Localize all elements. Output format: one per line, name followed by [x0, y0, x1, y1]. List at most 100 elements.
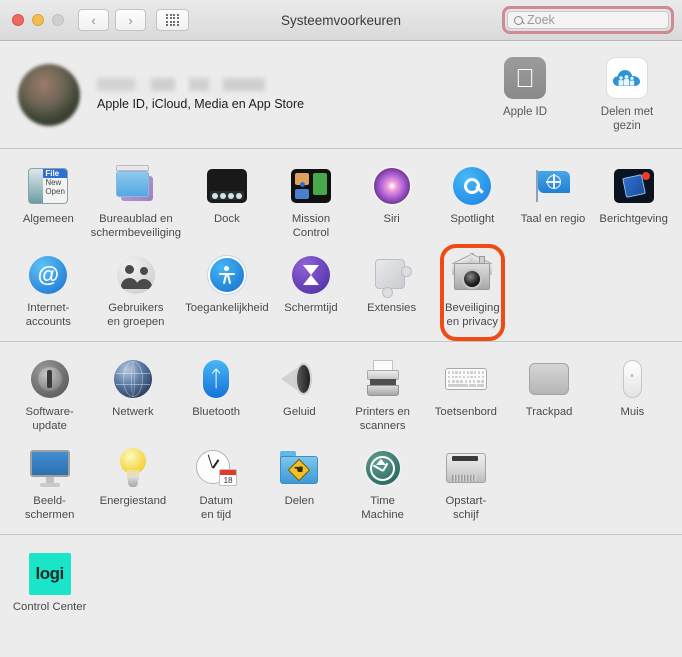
pref-pane-bluetooth[interactable]: ᛏ Bluetooth [175, 350, 258, 439]
startup-disk-icon [444, 446, 488, 490]
search-highlight-box: Zoek [502, 6, 674, 34]
apple-id-button[interactable]:  Apple ID [488, 56, 562, 132]
pref-label: Bluetooth [192, 406, 240, 419]
pref-label: Beeld- schermen [24, 495, 75, 521]
pref-label: Geluid [283, 406, 316, 419]
pref-label: Opstart- schijf [445, 495, 487, 521]
family-sharing-label: Delen met gezin [600, 105, 654, 132]
system-preferences-window: ‹ › Systeemvoorkeuren Zoek Apple ID, iCl… [0, 0, 682, 657]
pref-pane-opstartschijf[interactable]: Opstart- schijf [424, 439, 507, 528]
sound-speaker-icon [277, 357, 321, 401]
apple-id-account-row[interactable]: Apple ID, iCloud, Media en App Store  A… [0, 41, 682, 148]
pref-pane-schermtijd[interactable]: Schermtijd [271, 246, 352, 335]
pref-label: Dock [213, 213, 240, 225]
users-groups-icon [114, 253, 158, 297]
pref-label: Spotlight [450, 213, 495, 225]
desktop-screensaver-icon [114, 164, 158, 208]
trackpad-icon [527, 357, 571, 401]
pref-label: Bureaublad en schermbeveiliging [90, 213, 182, 239]
window-titlebar: ‹ › Systeemvoorkeuren Zoek [0, 0, 682, 41]
pref-label: Internet- accounts [25, 302, 71, 328]
pref-pane-extensies[interactable]: Extensies [351, 246, 432, 335]
pref-pane-taal-en-regio[interactable]: Taal en regio [513, 157, 594, 246]
pref-label: Schermtijd [284, 302, 338, 315]
forward-button[interactable]: › [115, 9, 146, 31]
pref-pane-siri[interactable]: Siri [351, 157, 432, 246]
pref-pane-energiestand[interactable]: Energiestand [91, 439, 174, 528]
pref-label: Datum en tijd [199, 495, 233, 521]
account-subtitle: Apple ID, iCloud, Media en App Store [97, 97, 305, 111]
search-placeholder: Zoek [527, 13, 555, 27]
pref-pane-toetsenbord[interactable]: Toetsenbord [424, 350, 507, 439]
search-icon [514, 15, 523, 25]
pref-pane-dock[interactable]: Dock [183, 157, 271, 246]
pref-label: Muis [620, 406, 645, 419]
pref-label: Delen [284, 495, 315, 508]
software-update-gear-icon [28, 357, 72, 401]
pref-label: Algemeen [22, 213, 74, 225]
pref-pane-mission-control[interactable]: Mission Control [271, 157, 352, 246]
pref-label: Siri [383, 213, 400, 225]
pref-label: Extensies [367, 302, 417, 315]
time-machine-icon [361, 446, 405, 490]
pref-label: Beveiliging en privacy [444, 302, 500, 328]
pref-pane-geluid[interactable]: Geluid [258, 350, 341, 439]
family-sharing-cloud-icon [606, 56, 648, 99]
pref-pane-beveiliging-en-privacy[interactable]: Beveiliging en privacy [432, 244, 513, 342]
network-globe-icon [111, 357, 155, 401]
pref-label: Trackpad [525, 406, 573, 419]
pref-pane-printers-en-scanners[interactable]: Printers en scanners [341, 350, 424, 439]
pref-pane-netwerk[interactable]: Netwerk [91, 350, 174, 439]
family-sharing-button[interactable]: Delen met gezin [590, 56, 664, 132]
pref-pane-spotlight[interactable]: Spotlight [432, 157, 513, 246]
pref-label: Printers en scanners [355, 406, 410, 432]
back-button[interactable]: ‹ [78, 9, 109, 31]
pref-label: Software-update [25, 406, 74, 432]
pref-pane-muis[interactable]: Muis [591, 350, 674, 439]
pref-pane-beeldschermen[interactable]: Beeld- schermen [8, 439, 91, 528]
pref-label: Taal en regio [520, 213, 586, 225]
pref-pane-gebruikers-en-groepen[interactable]: Gebruikers en groepen [89, 246, 183, 335]
pref-label: Netwerk [112, 406, 154, 419]
pref-pane-time-machine[interactable]: Time Machine [341, 439, 424, 528]
pref-pane-internet-accounts[interactable]: @ Internet- accounts [8, 246, 89, 335]
show-all-button[interactable] [156, 9, 189, 31]
general-icon: File New Open [26, 164, 70, 208]
displays-icon [28, 446, 72, 490]
pref-pane-datum-en-tijd[interactable]: 18 Datum en tijd [175, 439, 258, 528]
printers-scanners-icon [361, 357, 405, 401]
extensions-puzzle-icon [370, 253, 414, 299]
account-name-redacted [97, 78, 265, 91]
mission-control-icon [289, 164, 333, 208]
sharing-folder-icon: ☚ [277, 446, 321, 490]
search-input[interactable]: Zoek [507, 11, 669, 29]
notifications-icon [612, 164, 656, 208]
pref-pane-software-update[interactable]: Software-update [8, 350, 91, 439]
pref-pane-delen[interactable]: ☚ Delen [258, 439, 341, 528]
preferences-section-personal: File New Open Algemeen Bureaublad en scher… [0, 149, 682, 342]
grid-icon [166, 13, 179, 27]
pref-pane-control-center[interactable]: logi Control Center [8, 545, 91, 621]
zoom-button-disabled [52, 14, 64, 26]
bluetooth-icon: ᛏ [194, 357, 238, 401]
preferences-section-third-party: logi Control Center [0, 535, 682, 629]
pref-pane-bureaublad-en-schermbeveiliging[interactable]: Bureaublad en schermbeveiliging [89, 157, 183, 246]
pref-pane-berichtgeving[interactable]: Berichtgeving [593, 157, 674, 246]
pref-label: Control Center [12, 601, 87, 614]
minimize-button[interactable] [32, 14, 44, 26]
preferences-grid-third-party: logi Control Center [8, 545, 674, 621]
pref-pane-trackpad[interactable]: Trackpad [508, 350, 591, 439]
preferences-grid-hardware: Software-update Netwerk ᛏ Bluetooth Gelu… [8, 350, 674, 528]
internet-accounts-at-icon: @ [26, 253, 70, 297]
pref-label: Mission Control [291, 213, 331, 239]
screen-time-hourglass-icon [289, 253, 333, 297]
close-button[interactable] [12, 14, 24, 26]
apple-id-label: Apple ID [502, 105, 548, 118]
mouse-icon [610, 357, 654, 401]
pref-pane-toegankelijkheid[interactable]: Toegankelijkheid [183, 246, 271, 335]
pref-label: Berichtgeving [599, 213, 668, 225]
pref-label: Gebruikers en groepen [107, 302, 165, 328]
logi-wordmark: logi [28, 553, 71, 596]
pref-label: Toetsenbord [434, 406, 497, 419]
pref-pane-algemeen[interactable]: File New Open Algemeen [8, 157, 89, 246]
